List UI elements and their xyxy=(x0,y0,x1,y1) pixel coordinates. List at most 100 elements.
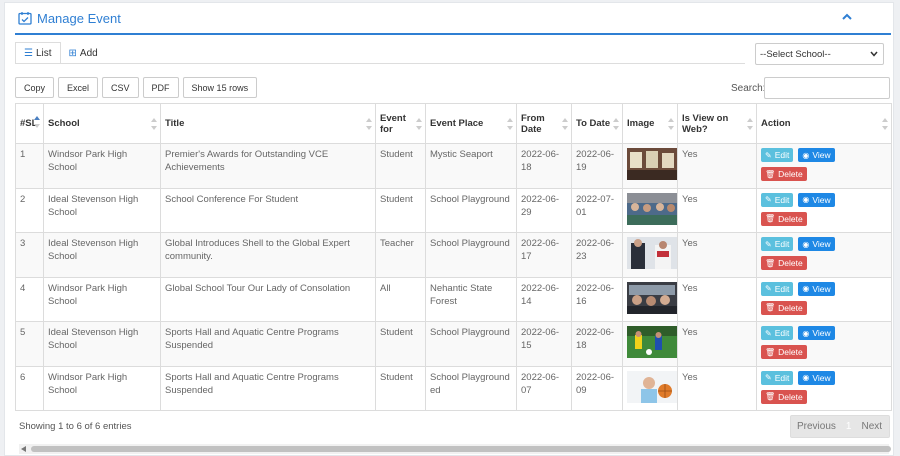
view-button[interactable]: ◉ View xyxy=(798,237,835,251)
excel-button[interactable]: Excel xyxy=(58,77,99,98)
col-event-for[interactable]: Event for xyxy=(375,103,426,144)
edit-button[interactable]: ✎ Edit xyxy=(761,148,794,162)
view-label: View xyxy=(812,283,831,294)
col-to[interactable]: To Date xyxy=(571,103,623,144)
view-button[interactable]: ◉ View xyxy=(798,192,835,207)
event-thumbnail[interactable] xyxy=(627,237,677,269)
col-sl[interactable]: #SL xyxy=(15,103,44,144)
cell-sl: 2 xyxy=(15,187,44,233)
chevron-up-icon[interactable] xyxy=(841,12,853,22)
view-label: View xyxy=(812,239,831,249)
search-input[interactable] xyxy=(764,77,890,99)
show-rows-button[interactable]: Show 15 rows xyxy=(182,77,258,98)
table-row: 5 Ideal Stevenson High School Sports Hal… xyxy=(15,321,892,367)
delete-label: Delete xyxy=(778,391,803,402)
col-title[interactable]: Title xyxy=(160,103,376,144)
table-row: 3 Ideal Stevenson High School Global Int… xyxy=(15,232,892,278)
col-action[interactable]: Action xyxy=(756,103,892,144)
table-row: 6 Windsor Park High School Sports Hall a… xyxy=(15,365,892,411)
school-select[interactable]: --Select School-- xyxy=(755,43,884,65)
view-label: View xyxy=(812,328,831,338)
cell-action: ✎ Edit ◉ View 🗑 Delete xyxy=(756,143,892,189)
cell-event-for: Student xyxy=(375,143,426,189)
view-button[interactable]: ◉ View xyxy=(798,326,835,340)
delete-button[interactable]: 🗑 Delete xyxy=(761,345,807,359)
delete-button[interactable]: 🗑 Delete xyxy=(761,167,807,181)
edit-icon: ✎ xyxy=(765,284,772,293)
view-button[interactable]: ◉ View xyxy=(798,281,835,296)
cell-title: Global School Tour Our Lady of Consolati… xyxy=(160,276,376,322)
col-from-label: From Date xyxy=(521,112,545,135)
delete-button[interactable]: 🗑 Delete xyxy=(761,300,807,315)
delete-button[interactable]: 🗑 Delete xyxy=(761,389,807,404)
col-action-label: Action xyxy=(761,118,791,129)
edit-label: Edit xyxy=(774,328,790,338)
cell-event-for: All xyxy=(375,276,426,322)
edit-button[interactable]: ✎ Edit xyxy=(761,281,794,296)
edit-button[interactable]: ✎ Edit xyxy=(761,192,794,207)
cell-school: Windsor Park High School xyxy=(43,365,161,411)
edit-button[interactable]: ✎ Edit xyxy=(761,237,794,251)
trash-icon: 🗑 xyxy=(765,347,776,357)
edit-button[interactable]: ✎ Edit xyxy=(761,326,794,340)
cell-to: 2022-06-19 xyxy=(571,143,623,189)
eye-icon: ◉ xyxy=(802,284,810,293)
sort-icon xyxy=(562,118,568,130)
cell-action: ✎ Edit ◉ View 🗑 Delete xyxy=(756,276,892,322)
previous-button[interactable]: Previous xyxy=(791,421,842,432)
cell-image xyxy=(622,365,678,411)
next-button[interactable]: Next xyxy=(855,421,888,432)
col-school[interactable]: School xyxy=(43,103,161,144)
col-place[interactable]: Event Place xyxy=(425,103,517,144)
delete-button[interactable]: 🗑 Delete xyxy=(761,256,807,270)
pdf-button[interactable]: PDF xyxy=(142,77,179,98)
col-from[interactable]: From Date xyxy=(516,103,572,144)
event-thumbnail[interactable] xyxy=(627,148,677,180)
horizontal-scrollbar[interactable] xyxy=(19,444,891,454)
cell-to: 2022-06-09 xyxy=(571,365,623,411)
col-image[interactable]: Image xyxy=(622,103,678,144)
scrollbar-thumb[interactable] xyxy=(31,446,891,452)
edit-label: Edit xyxy=(774,150,790,160)
cell-event-for: Student xyxy=(375,365,426,411)
table-row: 1 Windsor Park High School Premier's Awa… xyxy=(15,143,892,189)
view-button[interactable]: ◉ View xyxy=(798,148,835,162)
edit-icon: ✎ xyxy=(765,195,772,204)
csv-button[interactable]: CSV xyxy=(102,77,139,98)
col-to-label: To Date xyxy=(576,118,611,129)
cell-school: Ideal Stevenson High School xyxy=(43,187,161,233)
tab-add[interactable]: ⊞ Add xyxy=(61,42,106,64)
tab-list[interactable]: ☰ List xyxy=(15,42,61,64)
event-thumbnail[interactable] xyxy=(627,281,677,314)
cell-event-for: Teacher xyxy=(375,232,426,278)
copy-button[interactable]: Copy xyxy=(15,77,55,98)
col-view-web[interactable]: Is View on Web? xyxy=(677,103,757,144)
scroll-left-icon[interactable] xyxy=(21,446,26,452)
view-button[interactable]: ◉ View xyxy=(798,370,835,385)
panel-header: Manage Event xyxy=(15,3,891,35)
cell-action: ✎ Edit ◉ View 🗑 Delete xyxy=(756,187,892,233)
school-select-value: --Select School-- xyxy=(760,48,831,60)
view-label: View xyxy=(812,194,831,205)
cell-to: 2022-06-23 xyxy=(571,232,623,278)
event-thumbnail[interactable] xyxy=(627,192,677,225)
event-thumbnail[interactable] xyxy=(627,370,677,403)
eye-icon: ◉ xyxy=(802,328,810,338)
edit-button[interactable]: ✎ Edit xyxy=(761,370,794,385)
cell-from: 2022-06-17 xyxy=(516,232,572,278)
cell-sl: 4 xyxy=(15,276,44,322)
delete-button[interactable]: 🗑 Delete xyxy=(761,211,807,226)
sort-asc-icon xyxy=(34,116,40,128)
cell-image xyxy=(622,187,678,233)
cell-title: School Conference For Student xyxy=(160,187,376,233)
trash-icon: 🗑 xyxy=(765,169,776,179)
view-label: View xyxy=(812,372,831,383)
event-thumbnail[interactable] xyxy=(627,326,677,358)
tab-add-label: Add xyxy=(79,47,98,59)
cell-title: Sports Hall and Aquatic Centre Programs … xyxy=(160,365,376,411)
export-buttons: Copy Excel CSV PDF Show 15 rows xyxy=(15,77,261,98)
cell-school: Ideal Stevenson High School xyxy=(43,232,161,278)
page-1-button[interactable]: 1 xyxy=(841,421,856,432)
cell-place: School Playground xyxy=(425,187,517,233)
plus-square-icon: ⊞ xyxy=(68,47,77,59)
